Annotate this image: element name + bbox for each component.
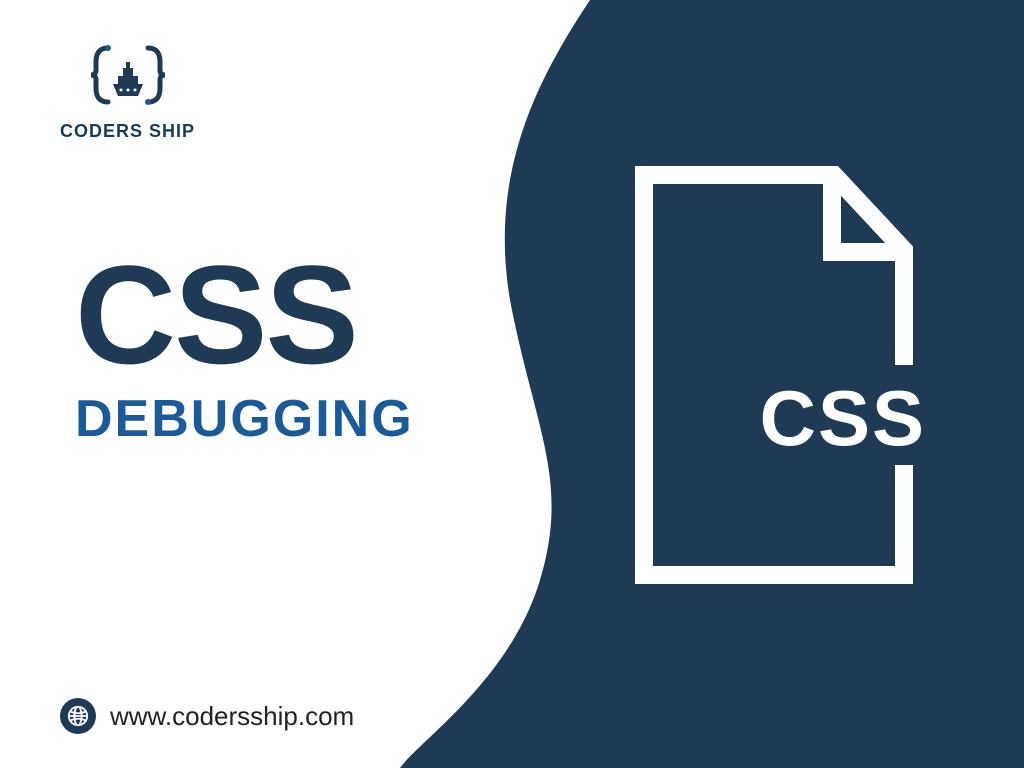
website-link[interactable]: www.codersship.com: [60, 698, 354, 734]
website-url: www.codersship.com: [110, 701, 354, 732]
headline-subtitle: DEBUGGING: [75, 389, 414, 449]
brand-logo: CODERS SHIP: [60, 40, 195, 142]
promo-card: CODERS SHIP CSS DEBUGGING www.codersship…: [0, 0, 1024, 768]
ship-braces-icon: [88, 40, 168, 115]
headline-title: CSS: [75, 245, 414, 385]
file-label-text: CSS: [760, 374, 926, 462]
globe-icon: [60, 698, 96, 734]
brand-name: CODERS SHIP: [60, 121, 195, 142]
css-file-icon: CSS: [604, 155, 934, 600]
headline-block: CSS DEBUGGING: [75, 245, 414, 449]
